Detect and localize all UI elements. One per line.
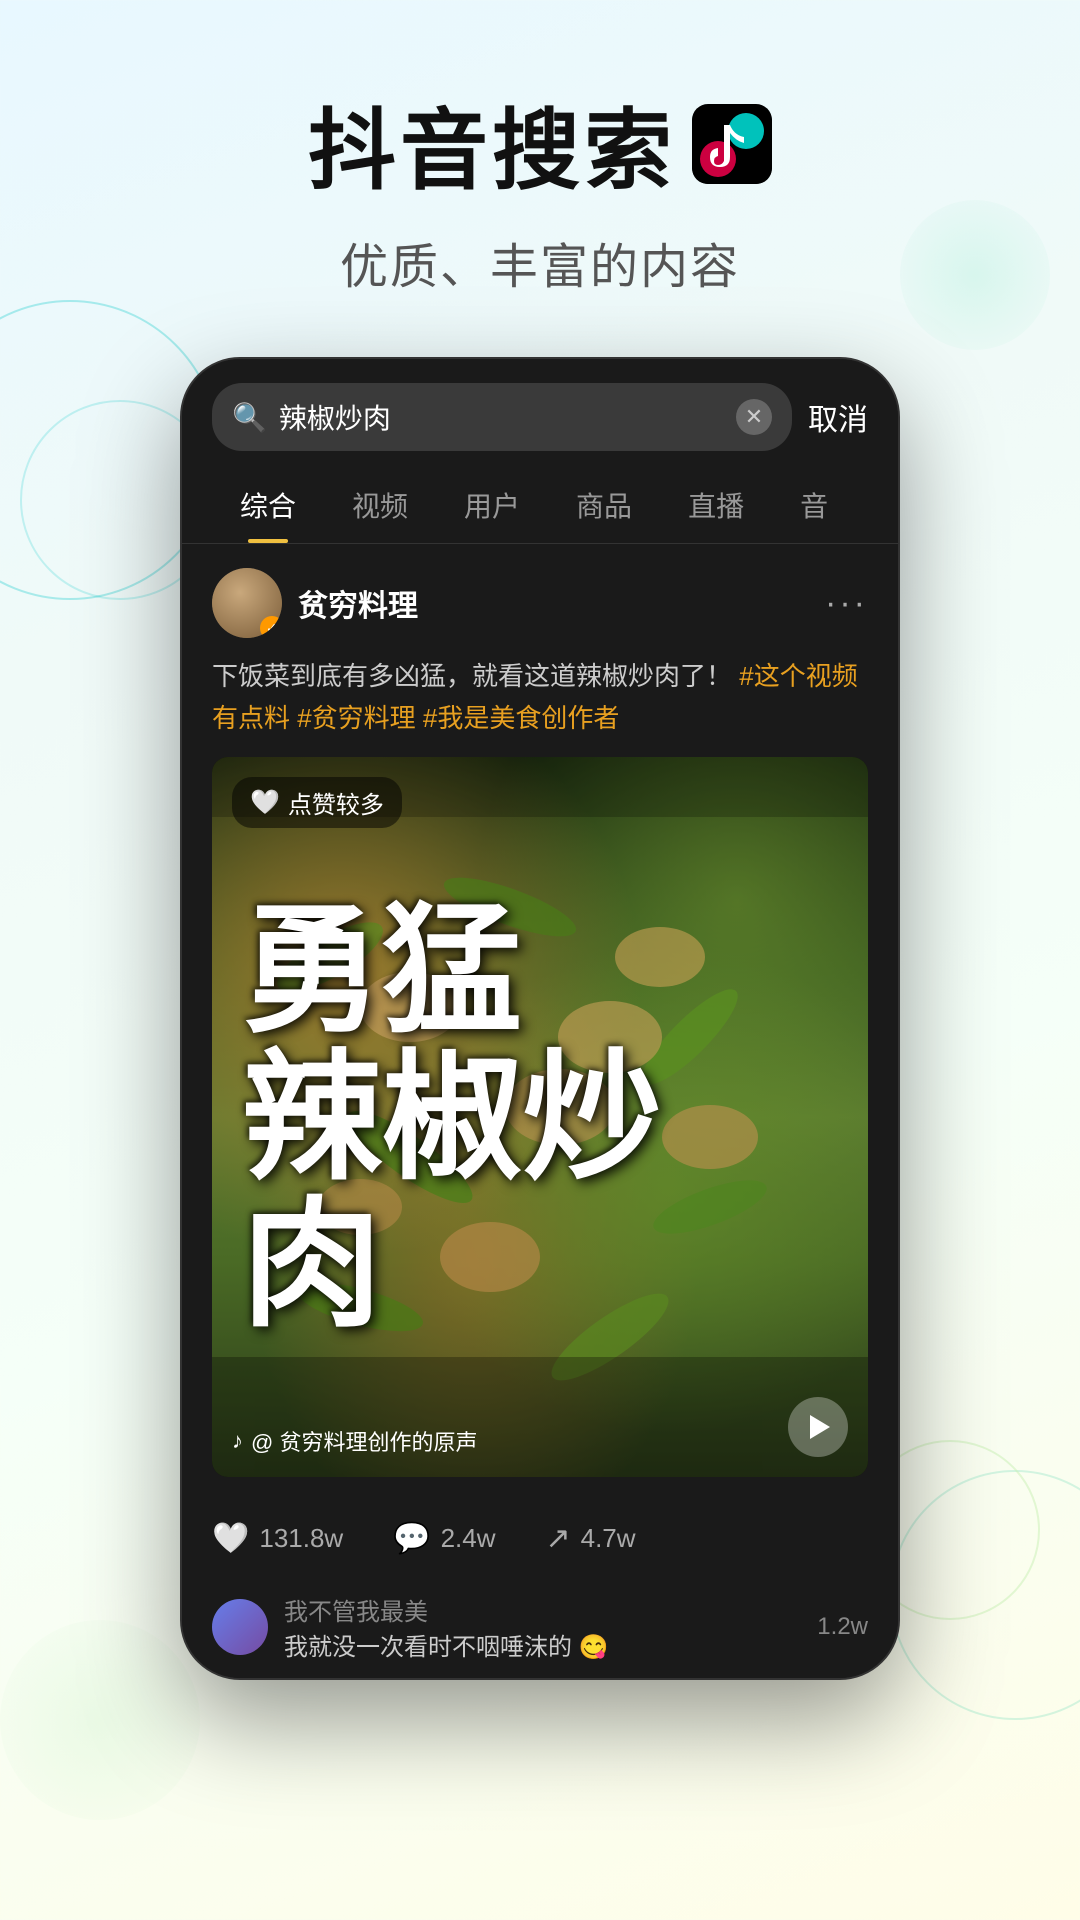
phone-container: 🔍 辣椒炒肉 ✕ 取消 综合 视频 用户 商品 直播 音 ✓ <box>0 357 1080 1680</box>
search-input-wrapper[interactable]: 🔍 辣椒炒肉 ✕ <box>212 383 792 451</box>
play-button[interactable] <box>788 1397 848 1457</box>
comments-icon: 💬 <box>393 1521 430 1556</box>
likes-icon: 🤍 <box>212 1521 249 1556</box>
post-header: ✓ 贫穷料理 ··· <box>212 568 868 638</box>
comment-text: 我就没一次看时不咽唾沫的 😋 <box>284 1627 801 1662</box>
author-username[interactable]: 贫穷料理 <box>298 581 418 625</box>
sound-label-text: @ 贫穷料理创作的原声 <box>251 1425 477 1457</box>
post-main-text: 下饭菜到底有多凶猛，就看这道辣椒炒肉了！ <box>212 661 739 691</box>
tab-直播[interactable]: 直播 <box>660 467 772 543</box>
commenter-username: 我不管我最美 <box>284 1592 801 1627</box>
title-text: 抖音搜索 <box>308 80 676 207</box>
more-options-button[interactable]: ··· <box>825 584 868 623</box>
shares-count: 4.7w <box>581 1523 636 1554</box>
comments-stat[interactable]: 💬 2.4w <box>393 1521 495 1556</box>
search-icon: 🔍 <box>232 401 267 434</box>
tiktok-sound-icon: ♪ <box>232 1428 243 1454</box>
video-overlay-text: 勇猛 辣椒炒 肉 <box>242 897 838 1338</box>
video-text-overlay: 勇猛 辣椒炒 肉 <box>212 757 868 1477</box>
shares-stat[interactable]: ↗ 4.7w <box>545 1521 635 1556</box>
subtitle: 优质、丰富的内容 <box>0 227 1080 297</box>
tab-用户[interactable]: 用户 <box>436 467 548 543</box>
tab-综合[interactable]: 综合 <box>212 467 324 543</box>
comments-count: 2.4w <box>441 1523 496 1554</box>
play-triangle-icon <box>810 1415 830 1439</box>
post-description: 下饭菜到底有多凶猛，就看这道辣椒炒肉了！ #这个视频有点料 #贫穷料理 #我是美… <box>212 656 868 739</box>
shares-icon: ↗ <box>545 1521 570 1556</box>
search-bar-area: 🔍 辣椒炒肉 ✕ 取消 <box>182 359 898 467</box>
tab-视频[interactable]: 视频 <box>324 467 436 543</box>
search-query-text: 辣椒炒肉 <box>279 397 724 437</box>
post-content-area: ✓ 贫穷料理 ··· 下饭菜到底有多凶猛，就看这道辣椒炒肉了！ #这个视频有点料… <box>182 544 898 1501</box>
tab-音[interactable]: 音 <box>772 467 856 543</box>
header-section: 抖音搜索 优质、丰富的内容 <box>0 0 1080 357</box>
commenter-avatar <box>212 1599 268 1655</box>
clear-search-button[interactable]: ✕ <box>736 399 772 435</box>
comment-content: 我不管我最美 我就没一次看时不咽唾沫的 😋 <box>284 1592 801 1662</box>
post-author-info: ✓ 贫穷料理 <box>212 568 418 638</box>
verified-badge: ✓ <box>260 616 282 638</box>
cancel-search-button[interactable]: 取消 <box>808 395 868 439</box>
sound-bar: ♪ @ 贫穷料理创作的原声 <box>232 1425 477 1457</box>
tabs-area: 综合 视频 用户 商品 直播 音 <box>182 467 898 544</box>
phone-mockup: 🔍 辣椒炒肉 ✕ 取消 综合 视频 用户 商品 直播 音 ✓ <box>180 357 900 1680</box>
video-thumbnail[interactable]: 🤍 点赞较多 勇猛 辣椒炒 肉 ♪ @ 贫穷料理创作的原声 <box>212 757 868 1477</box>
author-avatar: ✓ <box>212 568 282 638</box>
stats-bar: 🤍 131.8w 💬 2.4w ↗ 4.7w <box>182 1501 898 1576</box>
tiktok-logo-icon <box>692 104 772 184</box>
main-title: 抖音搜索 <box>0 80 1080 207</box>
likes-count: 131.8w <box>259 1523 343 1554</box>
likes-stat[interactable]: 🤍 131.8w <box>212 1521 343 1556</box>
tab-商品[interactable]: 商品 <box>548 467 660 543</box>
comment-count: 1.2w <box>817 1613 868 1641</box>
comment-preview: 我不管我最美 我就没一次看时不咽唾沫的 😋 1.2w <box>182 1576 898 1678</box>
